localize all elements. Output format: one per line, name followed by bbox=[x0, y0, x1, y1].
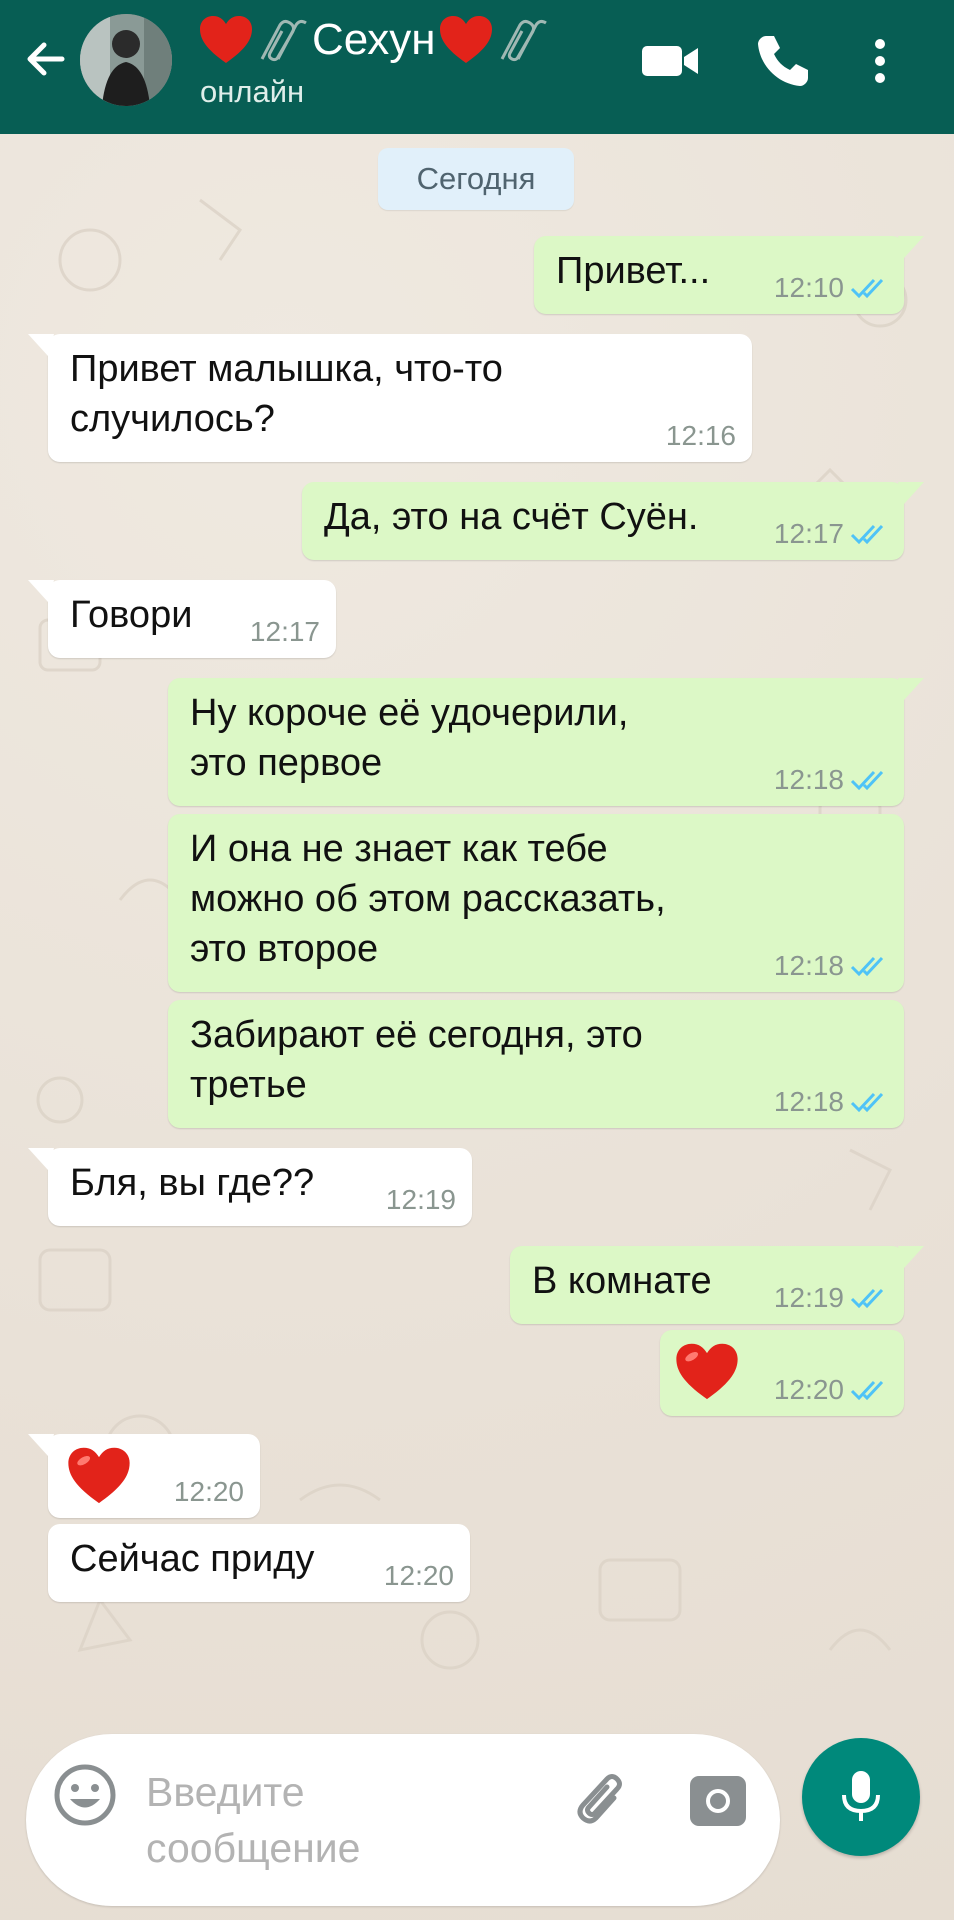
incoming-message[interactable]: Бля, вы где?? 12:19 bbox=[28, 1148, 472, 1226]
contact-name: Сехун bbox=[312, 15, 436, 64]
message-composer[interactable]: Введите сообщение bbox=[26, 1734, 780, 1906]
bubble-tail bbox=[28, 334, 54, 356]
message-time: 12:10 bbox=[773, 272, 844, 303]
voice-record-button[interactable] bbox=[802, 1738, 920, 1856]
incoming-message[interactable]: Говори 12:17 bbox=[28, 580, 336, 658]
message-meta: 12:20 bbox=[774, 1374, 888, 1406]
bubble-tail bbox=[898, 236, 924, 258]
voice-call-icon[interactable] bbox=[752, 30, 814, 92]
bubble-tail bbox=[898, 678, 924, 700]
double-check-icon bbox=[850, 524, 884, 545]
red-heart-icon bbox=[439, 16, 492, 63]
outgoing-message[interactable]: Забирают её сегодня, это третье 12:18 bbox=[168, 1000, 904, 1128]
double-check-icon bbox=[850, 956, 884, 977]
message-text: Забирают её сегодня, это третье bbox=[190, 1014, 643, 1106]
contact-status: онлайн bbox=[200, 74, 305, 109]
attach-icon[interactable] bbox=[570, 1768, 634, 1832]
message-meta: 12:20 bbox=[384, 1560, 454, 1592]
outgoing-message[interactable]: Ну короче её удочерили, это первое 12:18 bbox=[168, 678, 924, 806]
date-separator: Сегодня bbox=[378, 148, 574, 210]
chat-header: Сехун онлайн bbox=[0, 0, 954, 134]
double-check-icon bbox=[850, 770, 884, 791]
outgoing-message[interactable]: И она не знает как тебе можно об этом ра… bbox=[168, 814, 904, 992]
message-text: Бля, вы где?? bbox=[70, 1162, 315, 1204]
bubble-tail bbox=[28, 1148, 54, 1170]
incoming-emoji-message[interactable]: 12:20 bbox=[28, 1434, 260, 1518]
message-time: 12:20 bbox=[773, 1374, 844, 1405]
more-options-icon[interactable] bbox=[860, 30, 900, 92]
message-text: Да, это на счёт Суён. bbox=[324, 496, 699, 538]
message-time: 12:18 bbox=[773, 764, 844, 795]
red-heart-icon bbox=[676, 1343, 738, 1400]
message-time: 12:17 bbox=[249, 616, 320, 647]
message-text: Ну короче её удочерили, это первое bbox=[190, 692, 629, 784]
bubble-tail bbox=[28, 580, 54, 602]
message-time: 12:19 bbox=[385, 1184, 456, 1215]
outgoing-emoji-message[interactable]: 12:20 bbox=[660, 1330, 904, 1416]
message-meta: 12:18 bbox=[774, 950, 888, 982]
message-meta: 12:17 bbox=[774, 518, 888, 550]
message-time: 12:19 bbox=[773, 1282, 844, 1313]
outgoing-message[interactable]: Да, это на счёт Суён. 12:17 bbox=[302, 482, 924, 560]
message-time: 12:16 bbox=[665, 420, 736, 451]
message-text: Привет... bbox=[556, 250, 711, 292]
message-meta: 12:18 bbox=[774, 1086, 888, 1118]
message-time: 12:18 bbox=[773, 950, 844, 981]
message-time: 12:18 bbox=[773, 1086, 844, 1117]
contact-title[interactable]: Сехун bbox=[198, 14, 550, 66]
red-heart-icon bbox=[68, 1447, 130, 1504]
camera-icon[interactable] bbox=[688, 1772, 748, 1828]
video-call-icon[interactable] bbox=[640, 30, 702, 92]
double-check-icon bbox=[850, 278, 884, 299]
message-text: В комнате bbox=[532, 1260, 712, 1302]
double-check-icon bbox=[850, 1092, 884, 1113]
message-time: 12:20 bbox=[383, 1560, 454, 1591]
message-time: 12:17 bbox=[773, 518, 844, 549]
message-meta: 12:16 bbox=[666, 420, 736, 452]
message-text: Привет малышка, что-то случилось? bbox=[70, 348, 503, 440]
message-meta: 12:10 bbox=[774, 272, 888, 304]
paperclip-icon bbox=[260, 19, 307, 62]
outgoing-message[interactable]: Привет... 12:10 bbox=[534, 236, 924, 314]
paperclip-icon bbox=[500, 19, 547, 62]
outgoing-message[interactable]: В комнате 12:19 bbox=[510, 1246, 924, 1324]
message-meta: 12:17 bbox=[250, 616, 320, 648]
message-meta: 12:19 bbox=[386, 1184, 456, 1216]
message-text: И она не знает как тебе можно об этом ра… bbox=[190, 828, 666, 970]
message-text: Сейчас приду bbox=[70, 1538, 315, 1580]
back-arrow-icon[interactable] bbox=[22, 36, 68, 82]
message-input[interactable]: Введите сообщение bbox=[146, 1764, 446, 1876]
microphone-icon bbox=[842, 1771, 880, 1821]
contact-avatar[interactable] bbox=[80, 14, 172, 106]
incoming-message[interactable]: Сейчас приду 12:20 bbox=[48, 1524, 470, 1602]
message-meta: 12:20 bbox=[174, 1476, 244, 1508]
message-time: 12:20 bbox=[173, 1476, 244, 1507]
bubble-tail bbox=[898, 1246, 924, 1268]
bubble-tail bbox=[28, 1434, 54, 1456]
bubble-tail bbox=[898, 482, 924, 504]
double-check-icon bbox=[850, 1380, 884, 1401]
emoji-icon[interactable] bbox=[52, 1762, 118, 1828]
incoming-message[interactable]: Привет малышка, что-то случилось? 12:16 bbox=[28, 334, 752, 462]
message-meta: 12:19 bbox=[774, 1282, 888, 1314]
message-text: Говори bbox=[70, 594, 193, 636]
message-meta: 12:18 bbox=[774, 764, 888, 796]
red-heart-icon bbox=[200, 16, 252, 63]
double-check-icon bbox=[850, 1288, 884, 1309]
